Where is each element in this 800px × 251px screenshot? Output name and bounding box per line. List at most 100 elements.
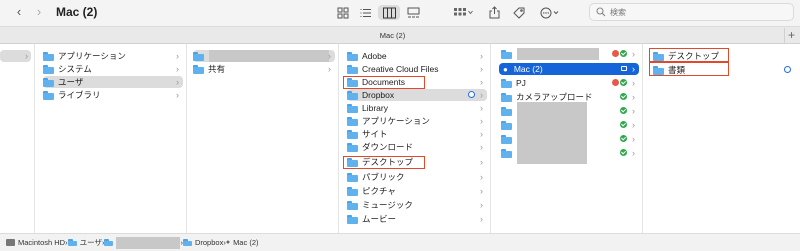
- folder-icon: [347, 142, 358, 152]
- folder-icon: [347, 186, 358, 196]
- list-item[interactable]: ›: [501, 119, 639, 131]
- item-label: ユーザ: [58, 77, 84, 87]
- error-status-icon: [612, 50, 619, 57]
- list-item[interactable]: PJ ›: [501, 77, 639, 89]
- crumb-label: Dropbox: [194, 238, 224, 247]
- item-label: ミュージック: [362, 200, 413, 210]
- chevron-right-icon: ›: [25, 51, 28, 61]
- list-view-button[interactable]: [357, 5, 375, 20]
- list-item[interactable]: ›: [501, 133, 639, 145]
- chevron-right-icon: ›: [328, 51, 331, 61]
- chevron-right-icon: ›: [480, 142, 483, 152]
- path-bar: Macintosh HD › ユーザ › › Dropbox › ● Mac (…: [0, 233, 800, 251]
- apple-icon: ●: [503, 64, 508, 74]
- item-label: ライブラリ: [58, 90, 101, 100]
- synced-check-icon: [620, 107, 627, 114]
- group-by-button[interactable]: [452, 5, 476, 20]
- item-label: 共有: [208, 64, 226, 74]
- share-button[interactable]: [487, 5, 501, 20]
- list-item[interactable]: システム ›: [43, 63, 183, 75]
- item-label: パブリック: [362, 172, 405, 182]
- chevron-right-icon: ›: [632, 78, 635, 88]
- column-view-button[interactable]: [378, 5, 400, 20]
- column-macintosh-hd: アプリケーション › システム › ユーザ › ライブラリ ›: [35, 44, 187, 233]
- list-item[interactable]: サイト ›: [347, 128, 487, 140]
- list-item[interactable]: ›: [501, 48, 639, 60]
- chevron-right-icon: ›: [176, 51, 179, 61]
- list-item[interactable]: ユーザ ›: [43, 76, 183, 88]
- chevron-right-icon: ›: [176, 77, 179, 87]
- folder-icon: [347, 200, 358, 210]
- chevron-right-icon: ›: [632, 92, 635, 102]
- list-item[interactable]: ›: [501, 147, 639, 159]
- list-item[interactable]: ›: [193, 50, 335, 62]
- toolbar: ‹ › Mac (2): [0, 0, 800, 26]
- item-label: システム: [58, 64, 92, 74]
- chevron-right-icon: ›: [632, 106, 635, 116]
- icon-view-button[interactable]: [334, 5, 352, 20]
- folder-icon: [347, 64, 358, 74]
- folder-icon: [501, 92, 512, 102]
- item-label: ダウンロード: [362, 142, 414, 152]
- list-icon: [360, 8, 371, 17]
- folder-icon: [67, 239, 77, 246]
- sync-status-icon: [784, 66, 791, 73]
- chevron-right-icon: ›: [632, 148, 635, 158]
- forward-button[interactable]: ›: [32, 5, 46, 19]
- item-label: PJ: [516, 78, 526, 88]
- gallery-icon: [407, 7, 419, 17]
- list-item[interactable]: ピクチャ ›: [347, 185, 487, 197]
- highlight-box: [343, 156, 425, 169]
- hard-drive-icon: [6, 239, 15, 246]
- chevron-right-icon: ›: [176, 64, 179, 74]
- column-browser: › アプリケーション › システム › ユーザ › ライブラリ › › 共有 ›…: [0, 44, 800, 233]
- tab-mac-2[interactable]: Mac (2): [0, 31, 785, 40]
- ellipsis-circle-icon: [540, 7, 559, 18]
- list-item[interactable]: 共有 ›: [193, 63, 335, 75]
- list-item[interactable]: ›: [501, 105, 639, 117]
- search-input[interactable]: [610, 5, 780, 19]
- path-crumb-dropbox[interactable]: Dropbox: [182, 238, 224, 247]
- folder-icon: [501, 120, 512, 130]
- list-item[interactable]: Library ›: [347, 102, 487, 114]
- list-item[interactable]: ● Mac (2) ›: [499, 63, 639, 75]
- list-item[interactable]: パブリック ›: [347, 171, 487, 183]
- new-tab-button[interactable]: +: [784, 28, 798, 43]
- gallery-view-button[interactable]: [404, 5, 422, 20]
- item-label: Adobe: [362, 51, 387, 61]
- chevron-right-icon: ›: [480, 103, 483, 113]
- column-mac-2: デスクトップ 書類: [643, 44, 800, 233]
- folder-icon: [501, 134, 512, 144]
- column-root: ›: [0, 44, 35, 233]
- list-item[interactable]: ミュージック ›: [347, 199, 487, 211]
- list-item[interactable]: アプリケーション ›: [347, 115, 487, 127]
- computer-icon: [621, 66, 627, 71]
- synced-check-icon: [620, 121, 627, 128]
- synced-check-icon: [620, 93, 627, 100]
- chevron-right-icon: ›: [480, 77, 483, 87]
- list-item[interactable]: アプリケーション ›: [43, 50, 183, 62]
- list-item[interactable]: Creative Cloud Files ›: [347, 63, 487, 75]
- search-field[interactable]: [589, 3, 794, 21]
- list-item[interactable]: Dropbox ›: [347, 89, 487, 101]
- error-status-icon: [612, 79, 619, 86]
- list-item[interactable]: ダウンロード ›: [347, 141, 487, 153]
- list-item[interactable]: ライブラリ ›: [43, 89, 183, 101]
- path-crumb-macintosh-hd[interactable]: Macintosh HD: [6, 238, 65, 247]
- list-item[interactable]: ›: [0, 50, 31, 62]
- path-crumb-mac-2[interactable]: ● Mac (2): [226, 238, 259, 247]
- list-item[interactable]: ムービー ›: [347, 213, 487, 225]
- chevron-right-icon: ›: [480, 90, 483, 100]
- back-button[interactable]: ‹: [12, 5, 26, 19]
- redacted-name: [116, 236, 181, 249]
- list-item[interactable]: Adobe ›: [347, 50, 487, 62]
- item-label: アプリケーション: [362, 116, 430, 126]
- folder-icon: [501, 106, 512, 116]
- crumb-label: ユーザ: [79, 238, 102, 247]
- path-crumb-home[interactable]: [104, 236, 181, 249]
- synced-check-icon: [620, 79, 627, 86]
- path-crumb-users[interactable]: ユーザ: [67, 237, 102, 248]
- tag-button[interactable]: [512, 5, 526, 20]
- folder-icon: [193, 51, 204, 61]
- more-actions-button[interactable]: [538, 5, 562, 20]
